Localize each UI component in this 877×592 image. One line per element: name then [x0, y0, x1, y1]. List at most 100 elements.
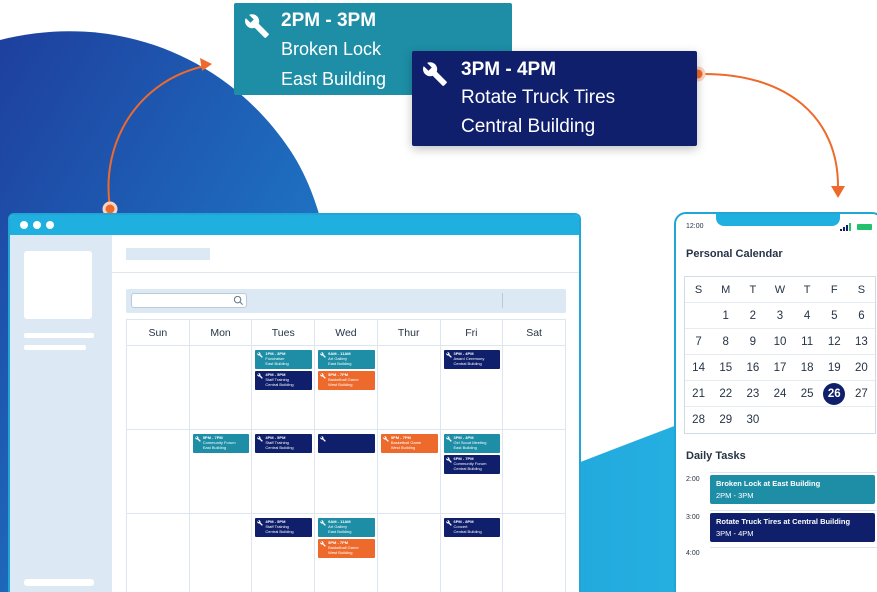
day-cell[interactable]: 25: [794, 381, 821, 406]
day-cell[interactable]: [502, 345, 566, 430]
calendar-event[interactable]: 5PM - 7PM Basketball Game West Building: [318, 539, 375, 558]
day-number: 18: [800, 361, 814, 374]
day-cell[interactable]: 9AM - 11AM Art Gallery East Building 5PM - …: [314, 513, 378, 592]
day-cell[interactable]: [126, 345, 190, 430]
day-number: 5: [831, 309, 838, 322]
month-week-row: 1 2 3 4 5 6: [685, 303, 875, 329]
daily-task-rotate-truck-tires[interactable]: Rotate Truck Tires at Central Building 3…: [710, 513, 875, 542]
weekday-header-row: Sun Mon Tues Wed Thur Fri Sat: [126, 319, 566, 346]
day-cell[interactable]: 4PM - 5PM Staff Training Central Building: [251, 513, 316, 592]
search-icon[interactable]: [233, 295, 244, 306]
search-input[interactable]: [132, 298, 246, 311]
weekday-header: Fri: [439, 319, 504, 346]
day-cell[interactable]: [126, 513, 190, 592]
day-cell[interactable]: 12: [821, 329, 848, 354]
calendar-event[interactable]: 1PM - 3PM Fundraiser East Building: [255, 350, 313, 369]
day-cell[interactable]: 7: [685, 329, 712, 354]
task-title: Broken Lock at East Building: [716, 479, 821, 488]
event-location: Central Building: [265, 445, 294, 450]
day-cell[interactable]: 13: [848, 329, 875, 354]
calendar-event[interactable]: 4PM - 5PM Staff Training Central Building: [255, 434, 313, 453]
calendar-event[interactable]: 6PM - 7PM Community Forum Central Building: [443, 455, 501, 474]
calendar-event[interactable]: 5PM - 7PM Basketball Game West Building: [318, 371, 375, 390]
event-location: East Building: [265, 361, 289, 366]
day-number: 22: [719, 387, 733, 400]
window-dot-icon[interactable]: [33, 221, 41, 229]
day-number: 13: [855, 335, 868, 348]
day-cell[interactable]: 29: [712, 407, 739, 433]
calendar-event[interactable]: 3PM - 4PM Girl Scout Meeting East Building: [443, 434, 501, 453]
day-cell[interactable]: [502, 429, 566, 514]
calendar-event[interactable]: 5PM - 7PM Community Forum East Building: [192, 434, 250, 453]
day-cell[interactable]: 5: [821, 303, 848, 328]
wrench-icon: [445, 457, 452, 463]
day-cell[interactable]: 28: [685, 407, 712, 433]
wrench-icon: [257, 436, 264, 442]
day-cell[interactable]: 22: [712, 381, 739, 406]
day-cell[interactable]: [314, 429, 378, 514]
day-cell[interactable]: 5PM - 7PM Community Forum East Building: [188, 429, 253, 514]
day-cell[interactable]: [376, 513, 441, 592]
day-cell[interactable]: 17: [766, 355, 793, 380]
calendar-event[interactable]: 5PM - 7PM Basketball Game West Building: [380, 434, 438, 453]
daily-task-broken-lock[interactable]: Broken Lock at East Building 2PM - 3PM: [710, 475, 875, 504]
calendar-event[interactable]: 9AM - 11AM Art Gallery East Building: [318, 518, 375, 537]
popup-time: 2PM - 3PM: [281, 10, 377, 31]
time-slot-line: [710, 547, 877, 548]
day-cell[interactable]: 15: [712, 355, 739, 380]
day-cell[interactable]: [126, 429, 190, 514]
calendar-event[interactable]: 9AM - 11AM Art Gallery East Building: [318, 350, 375, 369]
day-cell[interactable]: [188, 513, 253, 592]
day-cell[interactable]: 20: [848, 355, 875, 380]
day-cell[interactable]: 21: [685, 381, 712, 406]
day-cell: [821, 407, 848, 433]
day-cell[interactable]: 1PM - 3PM Fundraiser East Building 4PM - 5P…: [251, 345, 316, 430]
day-cell[interactable]: 3PM - 4PM Award Ceremony Central Building: [439, 345, 504, 430]
selected-day-cell[interactable]: 26: [821, 381, 848, 406]
day-cell: [848, 407, 875, 433]
day-cell[interactable]: [502, 513, 566, 592]
day-cell[interactable]: 4PM - 5PM Staff Training Central Building: [251, 429, 316, 514]
wrench-icon: [445, 520, 452, 526]
day-cell[interactable]: 18: [794, 355, 821, 380]
day-cell[interactable]: 6: [848, 303, 875, 328]
day-cell[interactable]: [376, 345, 441, 430]
day-cell[interactable]: 16: [739, 355, 766, 380]
day-cell[interactable]: 19: [821, 355, 848, 380]
event-popup-rotate-truck-tires[interactable]: 3PM - 4PM Rotate Truck Tires Central Bui…: [412, 51, 697, 146]
day-cell: [794, 407, 821, 433]
day-cell[interactable]: 9AM - 11AM Art Gallery East Building 5PM - …: [314, 345, 378, 430]
day-cell[interactable]: 11: [794, 329, 821, 354]
search-field[interactable]: [131, 293, 247, 311]
day-cell[interactable]: 14: [685, 355, 712, 380]
day-cell[interactable]: 30: [739, 407, 766, 433]
calendar-event[interactable]: 4PM - 5PM Staff Training Central Building: [255, 371, 313, 390]
day-cell[interactable]: 9: [739, 329, 766, 354]
sidebar-line-placeholder: [24, 333, 94, 338]
day-cell[interactable]: 27: [848, 381, 875, 406]
day-cell[interactable]: 1: [712, 303, 739, 328]
day-cell[interactable]: 2: [739, 303, 766, 328]
day-cell[interactable]: 3: [766, 303, 793, 328]
day-cell[interactable]: 6PM - 8PM Concert Central Building: [439, 513, 504, 592]
calendar-event[interactable]: [318, 434, 375, 453]
day-cell[interactable]: 23: [739, 381, 766, 406]
day-cell[interactable]: 8: [712, 329, 739, 354]
week-row: 1PM - 3PM Fundraiser East Building 4PM - 5P…: [126, 345, 566, 430]
wrench-icon: [423, 62, 447, 86]
window-dot-icon[interactable]: [20, 221, 28, 229]
wrench-icon: [320, 373, 326, 379]
day-cell[interactable]: [188, 345, 253, 430]
calendar-event[interactable]: 4PM - 5PM Staff Training Central Building: [255, 518, 313, 537]
calendar-event[interactable]: 3PM - 4PM Award Ceremony Central Building: [443, 350, 501, 369]
popup-title: Broken Lock: [281, 39, 382, 59]
day-cell[interactable]: 24: [766, 381, 793, 406]
weekday-initial: T: [803, 283, 811, 296]
day-cell[interactable]: 5PM - 7PM Basketball Game West Building: [376, 429, 441, 514]
day-cell[interactable]: 3PM - 4PM Girl Scout Meeting East Building…: [439, 429, 504, 514]
day-cell[interactable]: 10: [766, 329, 793, 354]
calendar-event[interactable]: 6PM - 8PM Concert Central Building: [443, 518, 501, 537]
window-dot-icon[interactable]: [46, 221, 54, 229]
popup-location: East Building: [281, 69, 387, 89]
day-cell[interactable]: 4: [794, 303, 821, 328]
